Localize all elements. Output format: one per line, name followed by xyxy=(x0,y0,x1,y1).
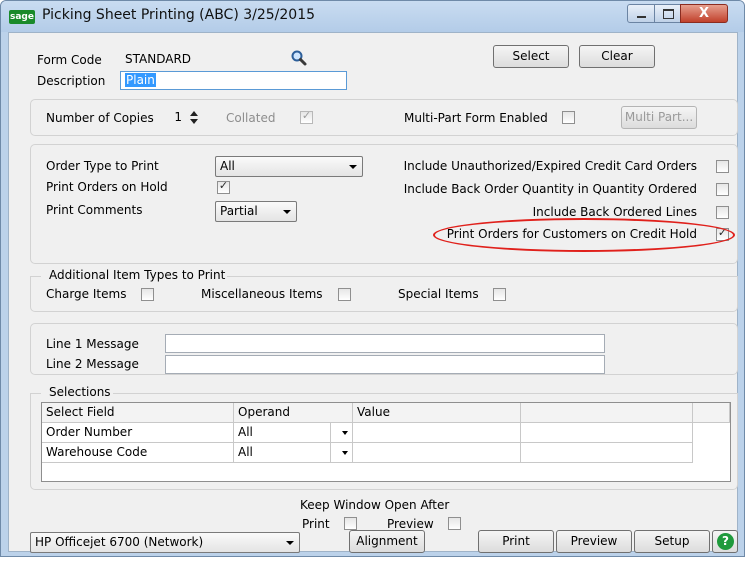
print-button-label: Print xyxy=(502,534,530,548)
options-panel: Order Type to Print All Print Orders on … xyxy=(30,144,738,264)
printer-select[interactable]: HP Officejet 6700 (Network) xyxy=(30,532,300,553)
window-title: Picking Sheet Printing (ABC) 3/25/2015 xyxy=(42,7,316,23)
item-types-panel: Additional Item Types to Print Charge It… xyxy=(30,268,738,312)
item-types-group-label: Additional Item Types to Print xyxy=(47,268,228,282)
keep-open-preview-label: Preview xyxy=(387,517,434,531)
messages-panel: Line 1 Message Line 2 Message xyxy=(30,323,738,375)
charge-items-checkbox[interactable] xyxy=(141,288,154,301)
line2-message-label: Line 2 Message xyxy=(46,357,139,371)
selections-panel: Selections Select Field Operand Value Or… xyxy=(30,385,738,490)
line1-message-label: Line 1 Message xyxy=(46,337,139,351)
maximize-icon xyxy=(663,9,674,19)
column-header-select-field[interactable]: Select Field xyxy=(42,403,234,423)
misc-items-checkbox[interactable] xyxy=(338,288,351,301)
collated-label: Collated xyxy=(226,111,276,125)
row-warehouse-code-operand[interactable]: All xyxy=(234,443,353,463)
backorder-qty-checkbox[interactable] xyxy=(716,183,729,196)
selections-grid: Select Field Operand Value Order Number … xyxy=(41,402,731,482)
form-code-input[interactable]: STANDARD xyxy=(120,50,286,69)
select-button[interactable]: Select xyxy=(493,45,569,68)
keep-open-print-checkbox[interactable] xyxy=(344,517,357,530)
print-comments-select[interactable]: Partial xyxy=(215,201,297,222)
maximize-button[interactable] xyxy=(654,4,681,23)
operand-value: All xyxy=(238,445,253,459)
title-bar[interactable]: sage Picking Sheet Printing (ABC) 3/25/2… xyxy=(1,1,744,32)
description-selected-text: Plain xyxy=(125,73,156,87)
print-comments-value: Partial xyxy=(220,204,258,218)
multi-part-button[interactable]: Multi Part... xyxy=(621,106,697,129)
charge-items-label: Charge Items xyxy=(46,287,127,301)
multi-part-button-label: Multi Part... xyxy=(624,110,694,124)
row-order-number-value[interactable] xyxy=(353,423,521,443)
number-of-copies-label: Number of Copies xyxy=(46,111,154,125)
window: sage Picking Sheet Printing (ABC) 3/25/2… xyxy=(0,0,745,557)
backordered-lines-label: Include Back Ordered Lines xyxy=(532,205,697,219)
form-code-label: Form Code xyxy=(37,53,102,67)
keep-open-preview-checkbox[interactable] xyxy=(448,517,461,530)
clear-button-label: Clear xyxy=(601,49,633,63)
order-type-label: Order Type to Print xyxy=(46,159,159,173)
orders-on-hold-label: Print Orders on Hold xyxy=(46,180,168,194)
clear-button[interactable]: Clear xyxy=(579,45,655,68)
highlight-ellipse xyxy=(433,218,735,252)
select-button-label: Select xyxy=(512,49,550,63)
copies-spinner[interactable] xyxy=(189,108,199,127)
misc-items-label: Miscellaneous Items xyxy=(201,287,323,301)
printer-value: HP Officejet 6700 (Network) xyxy=(35,535,204,549)
copies-input[interactable]: 1 xyxy=(159,108,187,127)
special-items-label: Special Items xyxy=(398,287,479,301)
row-order-number-extra[interactable] xyxy=(521,423,693,443)
selections-group-label: Selections xyxy=(47,385,113,399)
client-area: Form Code STANDARD Description Plain Sel… xyxy=(8,32,738,553)
unauth-cc-checkbox[interactable] xyxy=(716,160,729,173)
row-order-number-operand[interactable]: All xyxy=(234,423,353,443)
row-warehouse-code-extra[interactable] xyxy=(521,443,693,463)
multipart-checkbox[interactable] xyxy=(562,111,575,124)
unauth-cc-label: Include Unauthorized/Expired Credit Card… xyxy=(403,159,697,173)
order-type-select[interactable]: All xyxy=(215,156,363,177)
column-header-extra xyxy=(521,403,693,423)
keep-open-print-label: Print xyxy=(302,517,330,531)
special-items-checkbox[interactable] xyxy=(493,288,506,301)
orders-on-hold-checkbox[interactable]: ✓ xyxy=(217,179,230,194)
multipart-label: Multi-Part Form Enabled xyxy=(404,111,548,125)
alignment-button[interactable]: Alignment xyxy=(349,530,425,553)
close-icon: X xyxy=(698,6,710,21)
alignment-button-label: Alignment xyxy=(356,534,418,548)
backorder-qty-label: Include Back Order Quantity in Quantity … xyxy=(403,182,697,196)
copies-panel: Number of Copies 1 Collated ✓ Multi-Part… xyxy=(30,99,738,136)
help-icon: ? xyxy=(717,533,734,550)
column-header-value[interactable]: Value xyxy=(353,403,521,423)
setup-button-label: Setup xyxy=(654,534,690,548)
line1-message-input[interactable] xyxy=(165,334,605,353)
description-input[interactable]: Plain xyxy=(120,71,347,90)
setup-button[interactable]: Setup xyxy=(634,530,710,553)
column-header-blank xyxy=(693,403,730,423)
sage-logo-icon: sage xyxy=(9,10,35,24)
operand-value: All xyxy=(238,425,253,439)
close-button[interactable]: X xyxy=(680,4,728,23)
column-header-operand[interactable]: Operand xyxy=(234,403,353,423)
preview-button-label: Preview xyxy=(570,534,618,548)
row-warehouse-code-field: Warehouse Code xyxy=(42,443,234,463)
description-label: Description xyxy=(37,74,106,88)
line2-message-input[interactable] xyxy=(165,355,605,374)
help-button[interactable]: ? xyxy=(712,530,738,553)
row-order-number-field: Order Number xyxy=(42,423,234,443)
order-type-value: All xyxy=(220,159,235,173)
lookup-search-icon[interactable] xyxy=(290,49,308,67)
preview-button[interactable]: Preview xyxy=(556,530,632,553)
minimize-icon xyxy=(637,16,646,18)
backordered-lines-checkbox[interactable] xyxy=(716,206,729,219)
collated-checkbox[interactable]: ✓ xyxy=(300,109,313,124)
print-button[interactable]: Print xyxy=(478,530,554,553)
row-warehouse-code-value[interactable] xyxy=(353,443,521,463)
print-comments-label: Print Comments xyxy=(46,203,143,217)
minimize-button[interactable] xyxy=(627,4,655,23)
keep-window-open-label: Keep Window Open After xyxy=(300,498,450,512)
